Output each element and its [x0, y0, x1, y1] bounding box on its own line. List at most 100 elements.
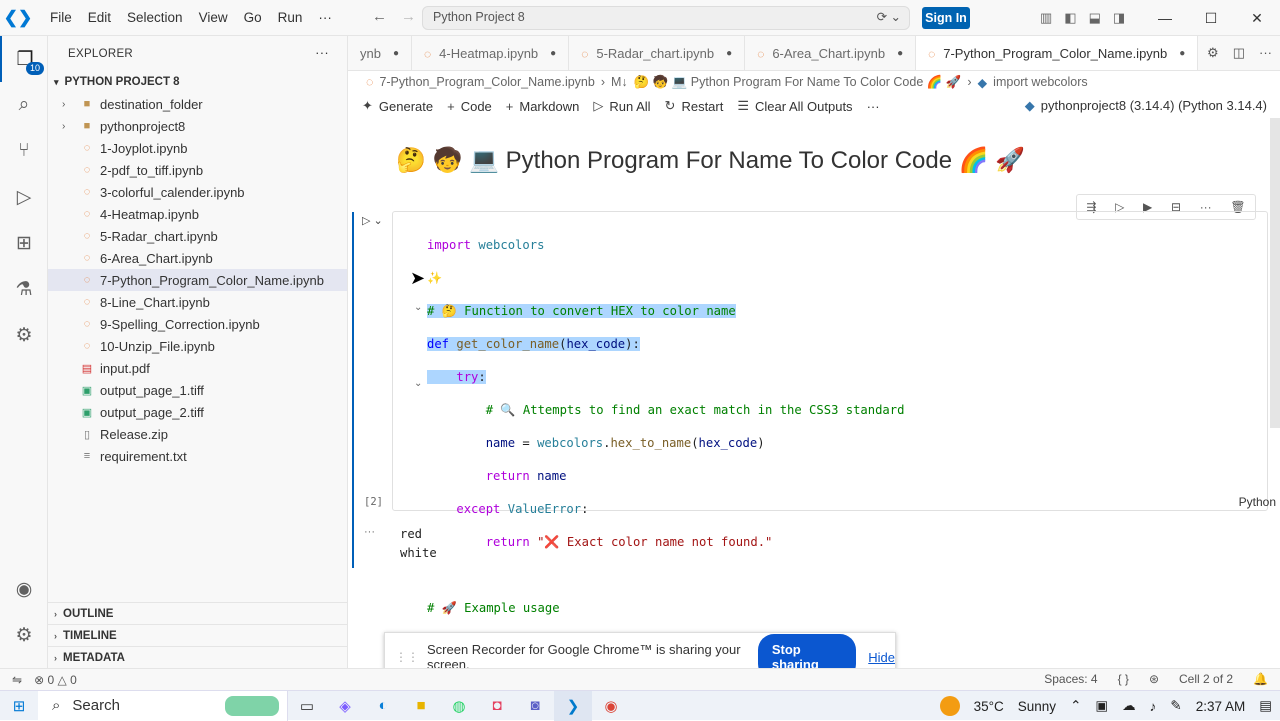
drag-handle-icon[interactable]: ⋮⋮ [395, 650, 419, 664]
clear-outputs-button[interactable]: ☰ Clear All Outputs [737, 98, 852, 114]
restart-button[interactable]: ↻ Restart [665, 98, 724, 114]
back-arrow-icon[interactable]: ← [372, 8, 387, 25]
testing-icon[interactable]: ⚗ [0, 266, 48, 312]
tree-file[interactable]: ≡ requirement.txt [48, 445, 347, 467]
tree-file[interactable]: ◌ 4-Heatmap.ipynb [48, 203, 347, 225]
menu-view[interactable]: View [191, 10, 236, 25]
section-outline[interactable]: › OUTLINE [48, 602, 348, 624]
file-explorer-icon[interactable]: ■ [402, 691, 440, 721]
problems-indicator[interactable]: ⊗ 0 △ 0 [34, 673, 77, 687]
toggle-sidebar-icon[interactable]: ◧ [1064, 10, 1076, 26]
menu-run[interactable]: Run [270, 10, 311, 25]
customize-layout-icon[interactable]: ▥ [1040, 10, 1052, 26]
project-header[interactable]: ▾ PYTHON PROJECT 8 [48, 71, 347, 93]
chrome-icon[interactable]: ◉ [592, 691, 630, 721]
sign-in-button[interactable]: Sign In [922, 7, 970, 29]
tree-file[interactable]: ▣ output_page_2.tiff [48, 401, 347, 423]
menu-edit[interactable]: Edit [80, 10, 119, 25]
minimize-icon[interactable]: — [1142, 0, 1188, 36]
tab-color-name[interactable]: ◌ 7-Python_Program_Color_Name.ipynb ● [916, 36, 1199, 70]
run-all-button[interactable]: ▷ Run All [593, 98, 650, 114]
tree-file[interactable]: ▤ input.pdf [48, 357, 347, 379]
chat-icon[interactable]: ⟳ ⌄ [877, 9, 901, 24]
tab-area[interactable]: ◌ 6-Area_Chart.ipynb ● [745, 36, 917, 70]
editor-scrollbar[interactable] [1270, 118, 1280, 428]
cell-language-label[interactable]: Python [1239, 495, 1276, 509]
notifications-bell-icon[interactable]: 🔔 [1253, 672, 1268, 686]
cell-position-status[interactable]: Cell 2 of 2 [1179, 672, 1233, 686]
kernel-picker[interactable]: ◆ pythonproject8 (3.14.4) (Python 3.14.4) [1025, 98, 1267, 114]
add-code-button[interactable]: + Code [447, 99, 492, 114]
menu-more[interactable]: ··· [310, 10, 340, 25]
command-center-search[interactable]: Python Project 8 ⟳ ⌄ [422, 6, 910, 30]
toggle-panel-icon[interactable]: ⬓ [1089, 10, 1101, 26]
python-icon[interactable]: ⚙ [0, 312, 48, 358]
tab-radar[interactable]: ◌ 5-Radar_chart.ipynb ● [569, 36, 746, 70]
tree-file[interactable]: ◌ 9-Spelling_Correction.ipynb [48, 313, 347, 335]
add-markdown-button[interactable]: + Markdown [506, 99, 580, 114]
toggle-secondary-sidebar-icon[interactable]: ◨ [1113, 10, 1125, 26]
account-icon[interactable]: ◉ [0, 566, 48, 612]
app-icon[interactable]: ◘ [478, 691, 516, 721]
breadcrumb-heading[interactable]: 🤔 🧒 💻 Python Program For Name To Color C… [634, 75, 962, 90]
copilot-app-icon[interactable]: ◈ [326, 691, 364, 721]
tray-app-icon[interactable]: ▣ [1095, 698, 1108, 714]
tree-folder[interactable]: › ■ pythonproject8 [48, 115, 347, 137]
settings-gear-icon[interactable]: ⚙ [0, 612, 48, 658]
split-editor-icon[interactable]: ◫ [1233, 45, 1245, 61]
copilot-icon[interactable]: ⊛ [1149, 672, 1159, 686]
clock[interactable]: 2:37 AM [1196, 699, 1246, 714]
windows-start-icon[interactable]: ⊞ [0, 691, 38, 721]
menu-selection[interactable]: Selection [119, 10, 191, 25]
output-more-icon[interactable]: ··· [364, 526, 375, 538]
task-view-icon[interactable]: ▭ [288, 691, 326, 721]
remote-icon[interactable]: ⇋ [12, 673, 22, 687]
more-actions-icon[interactable]: ··· [1259, 45, 1272, 61]
pen-icon[interactable]: ✎ [1170, 698, 1181, 714]
extensions-icon[interactable]: ⊞ [0, 220, 48, 266]
indentation-status[interactable]: Spaces: 4 [1044, 672, 1097, 686]
tree-file-selected[interactable]: ◌ 7-Python_Program_Color_Name.ipynb [48, 269, 347, 291]
fold-chevron-icon[interactable]: ⌄ [414, 378, 422, 389]
breadcrumb-cell[interactable]: import webcolors [993, 75, 1087, 89]
tree-file[interactable]: ◌ 8-Line_Chart.ipynb [48, 291, 347, 313]
breadcrumb-file[interactable]: 7-Python_Program_Color_Name.ipynb [379, 75, 594, 89]
section-timeline[interactable]: › TIMELINE [48, 624, 348, 646]
tab-partial[interactable]: ynb ● [348, 36, 413, 70]
taskbar-search[interactable]: ⌕ Search [38, 690, 288, 721]
edge-icon[interactable]: ◐ [364, 691, 402, 721]
volume-icon[interactable]: ♪ [1150, 699, 1157, 714]
source-control-icon[interactable]: ⑂ [0, 128, 48, 174]
tree-file[interactable]: ▣ output_page_1.tiff [48, 379, 347, 401]
run-debug-icon[interactable]: ▷ [0, 174, 48, 220]
tab-heatmap[interactable]: ◌ 4-Heatmap.ipynb ● [412, 36, 570, 70]
chevron-up-icon[interactable]: ⌃ [1070, 698, 1081, 714]
language-status[interactable]: { } [1118, 672, 1129, 686]
tree-file[interactable]: ▯ Release.zip [48, 423, 347, 445]
teams-icon[interactable]: ◙ [516, 691, 554, 721]
notification-icon[interactable]: ▤ [1259, 698, 1272, 714]
breadcrumb-markdown[interactable]: M↓ [611, 75, 628, 89]
settings-icon[interactable]: ⚙ [1207, 45, 1219, 61]
vscode-taskbar-icon[interactable]: ❯ [554, 690, 592, 721]
cloud-icon[interactable]: ☁ [1122, 698, 1136, 714]
section-metadata[interactable]: › METADATA [48, 646, 348, 668]
tree-file[interactable]: ◌ 10-Unzip_File.ipynb [48, 335, 347, 357]
close-icon[interactable]: ✕ [1234, 0, 1280, 36]
whatsapp-icon[interactable]: ◍ [440, 691, 478, 721]
maximize-icon[interactable]: ☐ [1188, 0, 1234, 36]
tree-file[interactable]: ◌ 6-Area_Chart.ipynb [48, 247, 347, 269]
menu-file[interactable]: File [42, 10, 80, 25]
tree-file[interactable]: ◌ 3-colorful_calender.ipynb [48, 181, 347, 203]
run-cell-icon[interactable]: ▷ ⌄ [362, 214, 383, 227]
search-icon[interactable]: ⌕ [0, 82, 48, 128]
tree-file[interactable]: ◌ 2-pdf_to_tiff.ipynb [48, 159, 347, 181]
weather-sun-icon[interactable] [939, 696, 960, 716]
tree-file[interactable]: ◌ 5-Radar_chart.ipynb [48, 225, 347, 247]
toolbar-more-button[interactable]: ··· [867, 99, 880, 114]
fold-chevron-icon[interactable]: ⌄ [414, 302, 422, 313]
menu-go[interactable]: Go [236, 10, 270, 25]
tree-folder[interactable]: › ■ destination_folder [48, 93, 347, 115]
hide-link[interactable]: Hide [868, 650, 895, 665]
generate-button[interactable]: ✦ Generate [362, 98, 433, 114]
